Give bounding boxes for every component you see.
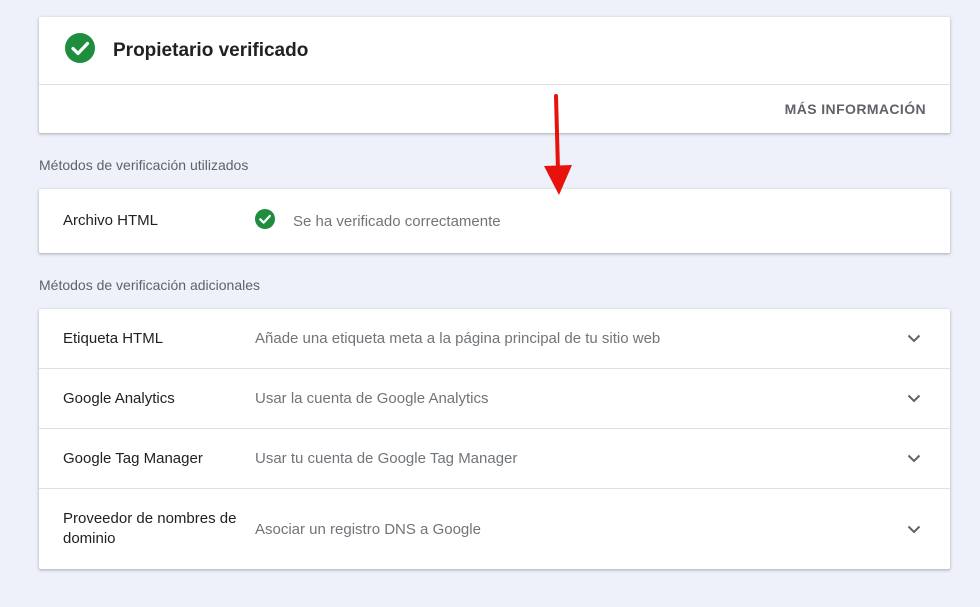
check-circle-icon [255, 208, 275, 234]
used-method-status-text: Se ha verificado correctamente [293, 212, 501, 230]
chevron-down-icon[interactable] [902, 387, 926, 411]
used-method-name: Archivo HTML [63, 212, 159, 229]
method-row-html-tag[interactable]: Etiqueta HTML Añade una etiqueta meta a … [39, 309, 950, 369]
method-name: Google Tag Manager [63, 449, 203, 467]
method-description: Usar tu cuenta de Google Tag Manager [255, 450, 518, 467]
owner-verified-card: Propietario verificado MÁS INFORMACIÓN [39, 17, 950, 133]
method-description: Asociar un registro DNS a Google [255, 520, 481, 538]
method-name: Etiqueta HTML [63, 329, 164, 347]
method-row-dns-provider[interactable]: Proveedor de nombres de dominio Asociar … [39, 489, 950, 569]
check-circle-icon [65, 33, 95, 68]
used-methods-label: Métodos de verificación utilizados [39, 157, 249, 173]
used-method-status: Se ha verificado correctamente [255, 208, 501, 234]
owner-verified-title: Propietario verificado [113, 39, 309, 61]
used-method-row: Archivo HTML Se ha verificado correctame… [39, 189, 950, 253]
method-name: Google Analytics [63, 389, 175, 407]
method-description: Añade una etiqueta meta a la página prin… [255, 330, 661, 347]
method-description: Usar la cuenta de Google Analytics [255, 390, 489, 407]
additional-methods-label: Métodos de verificación adicionales [39, 277, 261, 293]
used-methods-card: Archivo HTML Se ha verificado correctame… [39, 189, 950, 253]
more-info-button[interactable]: MÁS INFORMACIÓN [785, 101, 926, 117]
owner-verified-header: Propietario verificado [39, 17, 950, 85]
method-row-google-tag-manager[interactable]: Google Tag Manager Usar tu cuenta de Goo… [39, 429, 950, 489]
annotation-arrow-icon [544, 94, 572, 195]
chevron-down-icon[interactable] [902, 517, 926, 541]
method-row-google-analytics[interactable]: Google Analytics Usar la cuenta de Googl… [39, 369, 950, 429]
chevron-down-icon[interactable] [902, 327, 926, 351]
method-name: Proveedor de nombres de dominio [63, 510, 237, 547]
chevron-down-icon[interactable] [902, 447, 926, 471]
additional-methods-card: Etiqueta HTML Añade una etiqueta meta a … [39, 309, 950, 569]
owner-verified-footer: MÁS INFORMACIÓN [39, 85, 950, 133]
